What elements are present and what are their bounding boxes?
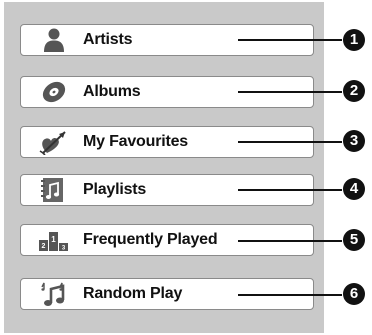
callout-number: 6 (343, 283, 365, 305)
person-icon (39, 27, 69, 53)
callout-line (238, 39, 342, 41)
menu-item-label: Random Play (83, 285, 183, 302)
callout-number: 4 (343, 178, 365, 200)
menu-panel: Artists Albums My Favourites Playlists 1… (4, 2, 324, 333)
callout-line (238, 294, 342, 296)
menu-item-label: Frequently Played (83, 231, 218, 248)
callout-number: 5 (343, 229, 365, 251)
menu-item-label: Artists (83, 31, 133, 48)
menu-item-label: Albums (83, 83, 141, 100)
callout-line (238, 141, 342, 143)
callout-line (238, 91, 342, 93)
disc-icon (39, 79, 69, 105)
callout-number: 2 (343, 80, 365, 102)
svg-text:2: 2 (42, 243, 46, 250)
heart-arrow-icon (39, 129, 69, 155)
playlist-icon (39, 177, 69, 203)
shuffle-notes-icon (39, 281, 69, 307)
callout-line (238, 240, 342, 242)
menu-item-label: My Favourites (83, 133, 188, 150)
menu-item-label: Playlists (83, 181, 147, 198)
svg-text:1: 1 (51, 235, 56, 244)
callout-line (238, 189, 342, 191)
callout-number: 1 (343, 29, 365, 51)
podium-icon: 1 2 3 (39, 227, 69, 253)
callout-number: 3 (343, 130, 365, 152)
